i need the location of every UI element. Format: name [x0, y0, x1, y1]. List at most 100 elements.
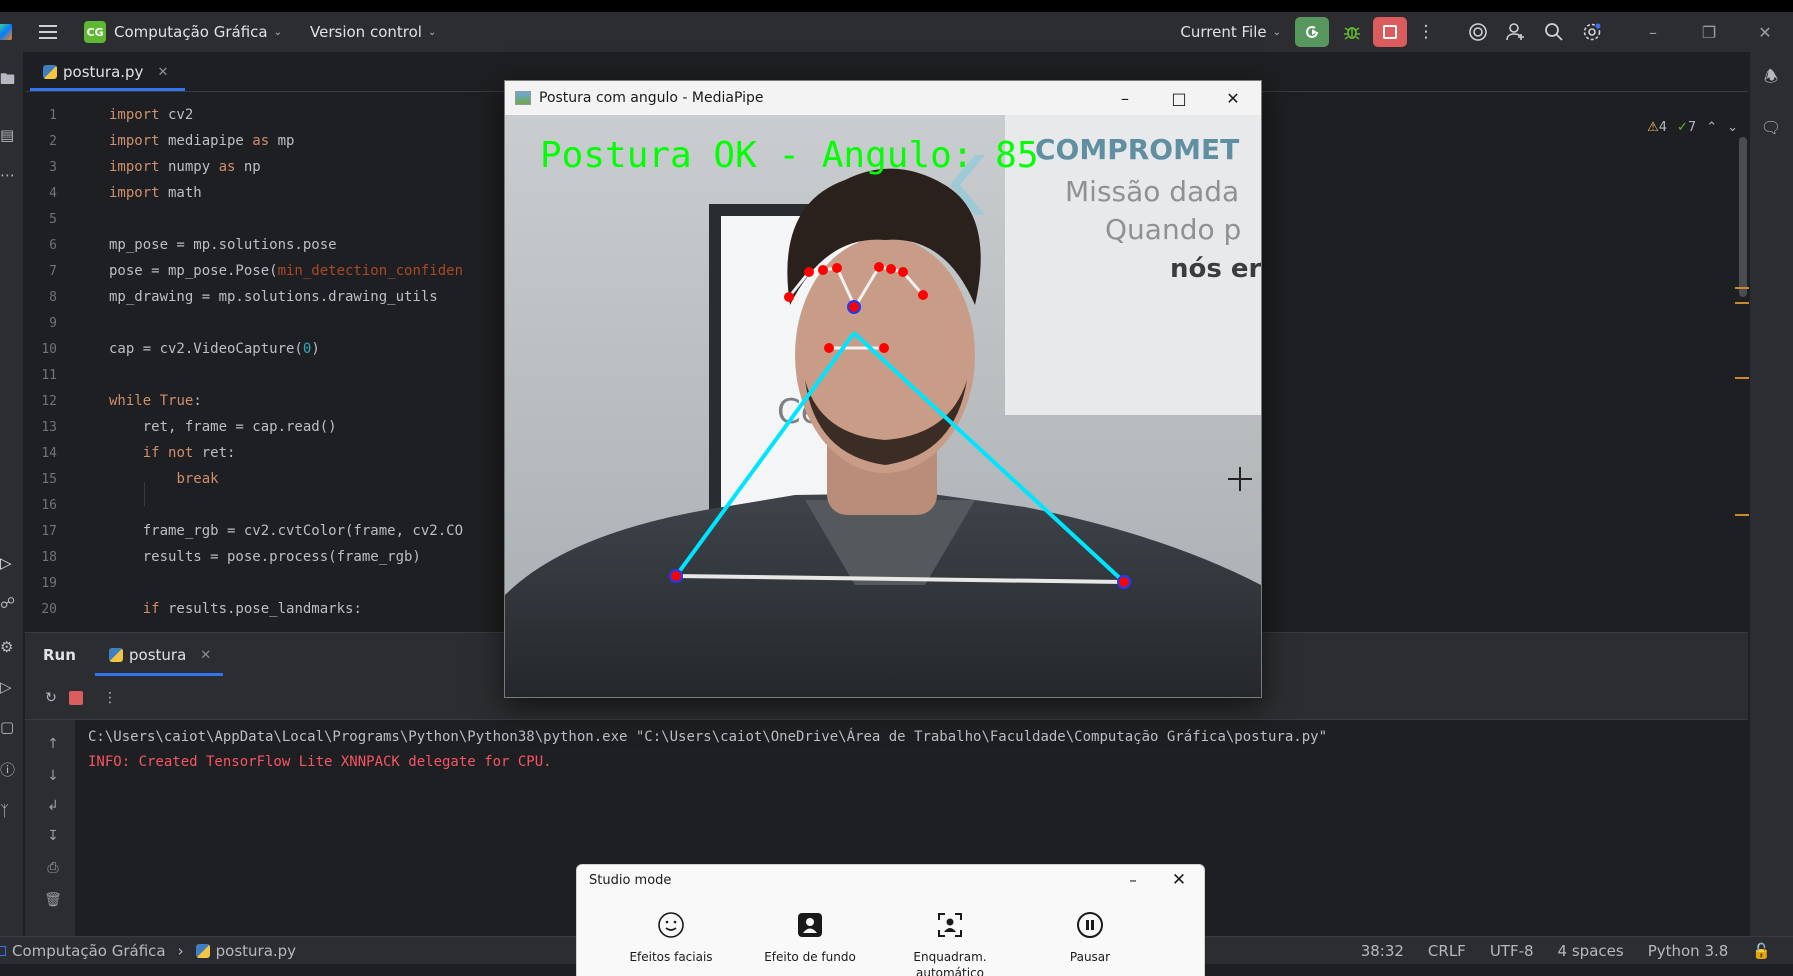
right-tool-strip: 🕭 🗨	[1749, 52, 1793, 936]
pause-label: Pausar	[1069, 950, 1111, 964]
code-line: if results.pose_landmarks:	[142, 601, 362, 617]
breadcrumb-file[interactable]: postura.py	[216, 942, 296, 960]
mp-minimize-button[interactable]: –	[1097, 81, 1153, 115]
pause-button[interactable]: Pausar	[1030, 911, 1150, 965]
line-separator[interactable]: CRLF	[1428, 942, 1466, 960]
soft-wrap-icon[interactable]: ↲	[43, 796, 63, 816]
left-tool-strip: 🖿 ▤ ⋯ ▷ ☍ ⚙ ▷ ▢ ⓘ ᛉ	[0, 52, 24, 936]
ai-assistant-button[interactable]	[1459, 17, 1497, 47]
bell-icon[interactable]: 🕭	[1758, 66, 1784, 92]
stop-icon	[69, 691, 83, 705]
more-vertical-icon[interactable]: ⋮	[100, 688, 120, 708]
code-editor[interactable]: import cv2 import mediapipe as mp import…	[109, 92, 509, 632]
close-tab-icon[interactable]: ✕	[157, 65, 168, 80]
tab-run-postura[interactable]: postura ✕	[109, 633, 211, 677]
minimize-icon: –	[1649, 22, 1657, 42]
breadcrumb-project[interactable]: Computação Gráfica	[12, 942, 166, 960]
run-tool-icon[interactable]: ▷	[0, 552, 22, 574]
auto-framing-button[interactable]: Enquadram. automático	[890, 911, 1010, 976]
tab-postura-py[interactable]: postura.py ✕	[43, 52, 168, 92]
studio-close-button[interactable]: ✕	[1164, 867, 1194, 893]
background-effect-button[interactable]: Efeito de fundo	[750, 911, 870, 965]
python-interpreter[interactable]: Python 3.8	[1648, 942, 1729, 960]
close-window-button[interactable]: ✕	[1737, 12, 1793, 52]
sign-text: COMPROMET	[1035, 133, 1239, 166]
debug-button[interactable]	[1337, 17, 1367, 47]
file-encoding[interactable]: UTF-8	[1490, 942, 1534, 960]
trash-icon[interactable]: 🗑	[43, 890, 63, 910]
more-actions-button[interactable]: ⋮	[1407, 17, 1445, 47]
caret-position[interactable]: 38:32	[1361, 942, 1404, 960]
close-tab-icon[interactable]: ✕	[200, 648, 211, 663]
studio-minimize-button[interactable]: –	[1118, 867, 1148, 893]
desktop-screen: CG Computação Gráfica ⌄ Version control …	[0, 12, 1793, 976]
line-number: 5	[49, 212, 57, 227]
code-line: cap = cv2.VideoCapture(0)	[109, 341, 320, 357]
chevron-up-icon[interactable]: ⌃	[1706, 120, 1717, 135]
python-packages-icon[interactable]: ☍	[0, 592, 22, 614]
warning-marker[interactable]	[1735, 377, 1749, 379]
person-background-icon	[798, 913, 822, 937]
project-badge[interactable]: CG	[84, 21, 106, 43]
folder-icon[interactable]: 🖿	[0, 70, 22, 92]
ai-chat-icon[interactable]: 🗨	[1758, 114, 1784, 140]
line-number: 4	[49, 186, 57, 201]
minimize-window-button[interactable]: –	[1625, 12, 1681, 52]
landmark-point	[818, 265, 828, 275]
more-vertical-icon: ⋮	[1417, 22, 1435, 42]
landmark-point	[784, 292, 794, 302]
project-selector[interactable]: Computação Gráfica ⌄	[114, 23, 282, 41]
smile-icon	[658, 912, 684, 938]
git-icon[interactable]: ᛉ	[0, 800, 22, 822]
stop-run-button[interactable]	[66, 688, 86, 708]
mediapipe-title-bar[interactable]: Postura com angulo - MediaPipe – □ ✕	[505, 81, 1261, 115]
landmark-point	[804, 267, 814, 277]
check-icon: ✓	[1677, 120, 1688, 135]
scroll-to-end-icon[interactable]: ↧	[43, 826, 63, 846]
auto-frame-icon	[938, 913, 962, 937]
facial-effects-button[interactable]: Efeitos faciais	[611, 911, 731, 965]
print-icon[interactable]: ⎙	[43, 858, 63, 878]
indent-setting[interactable]: 4 spaces	[1558, 942, 1624, 960]
mp-maximize-button[interactable]: □	[1151, 81, 1207, 115]
add-user-button[interactable]	[1497, 17, 1535, 47]
problems-icon[interactable]: ⓘ	[0, 758, 22, 780]
mp-close-button[interactable]: ✕	[1205, 81, 1261, 115]
run-config-selector[interactable]: Current File ⌄	[1180, 23, 1281, 41]
warning-count: ⚠4	[1647, 120, 1667, 135]
code-line: if not ret:	[142, 445, 236, 461]
structure-icon[interactable]: ▤	[0, 124, 22, 146]
terminal-icon[interactable]: ▢	[0, 716, 22, 738]
more-horizontal-icon[interactable]: ⋯	[0, 164, 22, 186]
inspection-widget[interactable]: ⚠4 ✓7 ⌃ ⌄	[1647, 120, 1738, 135]
spiral-icon	[1469, 23, 1487, 41]
line-number: 1	[49, 108, 57, 123]
warning-marker[interactable]	[1735, 514, 1749, 516]
console-line: C:\Users\caiot\AppData\Local\Programs\Py…	[88, 729, 1328, 745]
chevron-down-icon[interactable]: ⌄	[1727, 120, 1738, 135]
code-line: import math	[109, 185, 202, 201]
minimize-icon: –	[1121, 88, 1129, 108]
lock-icon[interactable]: 🔓	[1752, 942, 1771, 960]
run-config-label: Current File	[1180, 23, 1267, 41]
services-icon[interactable]: ▷	[0, 676, 22, 698]
pause-icon	[1077, 912, 1103, 938]
mediapipe-window[interactable]: Postura com angulo - MediaPipe – □ ✕ COM…	[504, 80, 1262, 698]
arrow-up-icon[interactable]: ↑	[43, 734, 63, 754]
camera-frame: COMPROMET Missão dada Quando p nós er Ce	[505, 115, 1261, 697]
code-line: while True:	[109, 393, 202, 409]
python-console-icon[interactable]: ⚙	[0, 636, 22, 658]
rerun-button[interactable]	[1295, 17, 1329, 47]
settings-button[interactable]	[1573, 17, 1611, 47]
search-everywhere-button[interactable]	[1535, 17, 1573, 47]
rerun-icon[interactable]: ↻	[41, 688, 61, 708]
warning-marker[interactable]	[1735, 287, 1749, 289]
arrow-down-icon[interactable]: ↓	[43, 766, 63, 786]
warning-marker[interactable]	[1735, 302, 1749, 304]
stop-button[interactable]	[1373, 17, 1407, 47]
code-line: frame_rgb = cv2.cvtColor(frame, cv2.CO	[109, 523, 464, 539]
main-menu-button[interactable]	[34, 18, 62, 46]
editor-scrollbar[interactable]	[1739, 137, 1747, 297]
vcs-selector[interactable]: Version control ⌄	[310, 23, 436, 41]
restore-window-button[interactable]: ❐	[1681, 12, 1737, 52]
